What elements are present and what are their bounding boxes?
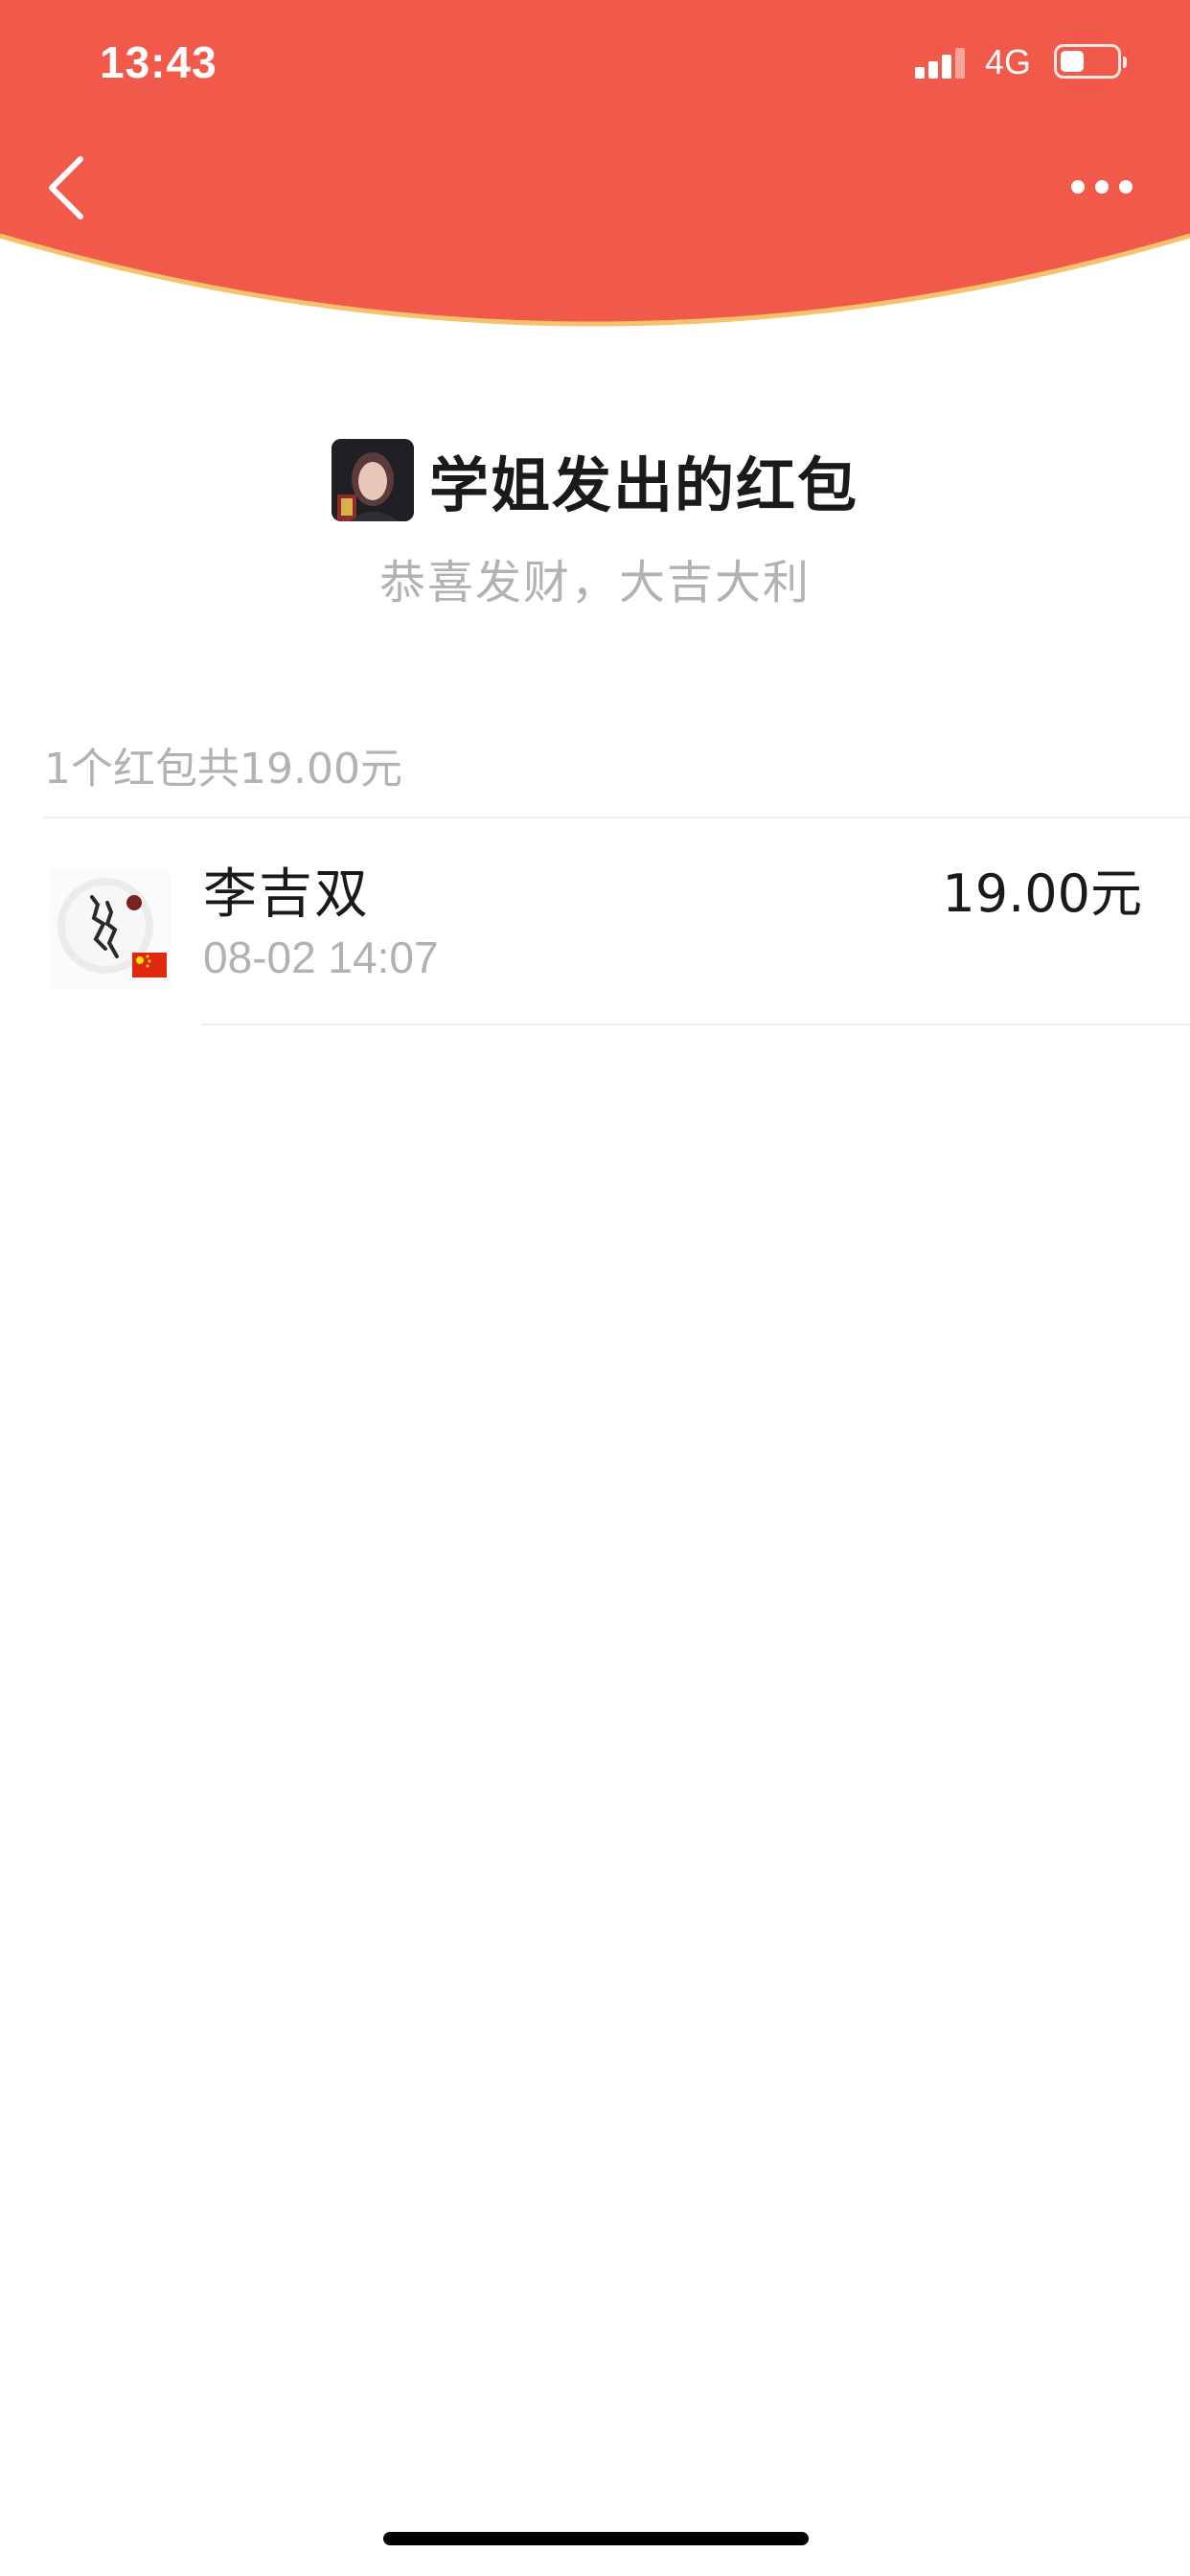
receive-time: 08-02 14:07: [203, 932, 439, 982]
receive-amount: 19.00元: [942, 863, 1142, 924]
sender-avatar[interactable]: [331, 439, 414, 521]
red-packet-detail-page: 13:43 4G 学姐发出的红包 恭喜发财，大吉大利 1个红包共19.00元 李…: [0, 0, 1190, 2576]
back-button[interactable]: [38, 151, 96, 224]
sender-row: 学姐发出的红包: [0, 437, 1190, 523]
more-button[interactable]: [1064, 172, 1140, 205]
more-dots-icon: [1071, 180, 1085, 194]
status-time: 13:43: [100, 37, 217, 87]
home-indicator[interactable]: [383, 2532, 809, 2545]
chevron-left-icon: [49, 156, 83, 219]
battery-icon: [1054, 44, 1127, 79]
receiver-name: 李吉双: [203, 863, 370, 926]
divider: [201, 1024, 1190, 1025]
list-item[interactable]: 李吉双 08-02 14:07 19.00元: [0, 818, 1190, 1025]
packet-summary: 1个红包共19.00元: [44, 745, 402, 794]
signal-icon: [915, 46, 969, 79]
greeting-text: 恭喜发财，大吉大利: [378, 556, 811, 610]
china-flag-icon: [132, 953, 167, 978]
red-header: 13:43 4G: [0, 0, 1190, 364]
network-type: 4G: [985, 42, 1032, 81]
receiver-avatar[interactable]: [50, 868, 171, 989]
sender-title: 学姐发出的红包: [428, 450, 858, 520]
